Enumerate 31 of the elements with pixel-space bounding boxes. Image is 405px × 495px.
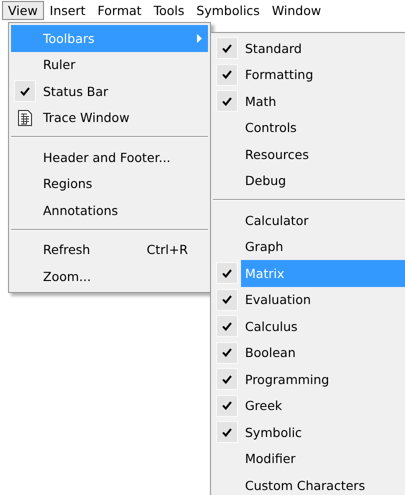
menu-item[interactable]: Greek [213,392,405,419]
menu-bar-item[interactable]: Tools [148,1,190,20]
menu-item[interactable]: Standard [213,35,405,62]
menu-item[interactable]: Symbolic [213,419,405,446]
menu-item[interactable]: Refresh Ctrl+R [11,236,208,263]
menu-item[interactable]: Zoom... [11,263,208,290]
menu-item[interactable]: Math [213,88,405,114]
menu-item[interactable]: Debug [213,168,405,194]
menu-item[interactable]: Formatting [213,62,405,88]
menu-item[interactable]: Boolean [213,340,405,366]
menu-bar-item[interactable]: Insert [44,1,92,20]
menu-item[interactable]: Graph [213,234,405,260]
menu-item[interactable]: Custom Characters [213,472,405,495]
menu-item[interactable]: Annotations [11,197,208,224]
menu-item[interactable]: Regions [11,170,208,197]
menu-item[interactable]: Header and Footer... [11,144,208,170]
menu-item[interactable]: Resources [213,141,405,168]
menu-bar-item[interactable]: Window [266,1,328,20]
menu-bar-item[interactable]: Symbolics [190,1,266,20]
menu-item[interactable]: Ruler [11,52,208,78]
menu-item[interactable]: Modifier [213,446,405,472]
menu-bar-item[interactable]: View [2,1,44,20]
menu-item[interactable]: Controls [213,114,405,141]
menu-item[interactable]: Programming [213,366,405,392]
menu-item[interactable]: Status Bar [11,78,208,104]
document-icon [18,110,32,126]
menu-item[interactable]: Trace Window [11,104,208,131]
menu-item[interactable]: Calculator [213,207,405,234]
menu-item[interactable]: Calculus [213,313,405,340]
menu-item[interactable]: Evaluation [213,286,405,313]
menu-bar-item[interactable]: Format [92,1,148,20]
